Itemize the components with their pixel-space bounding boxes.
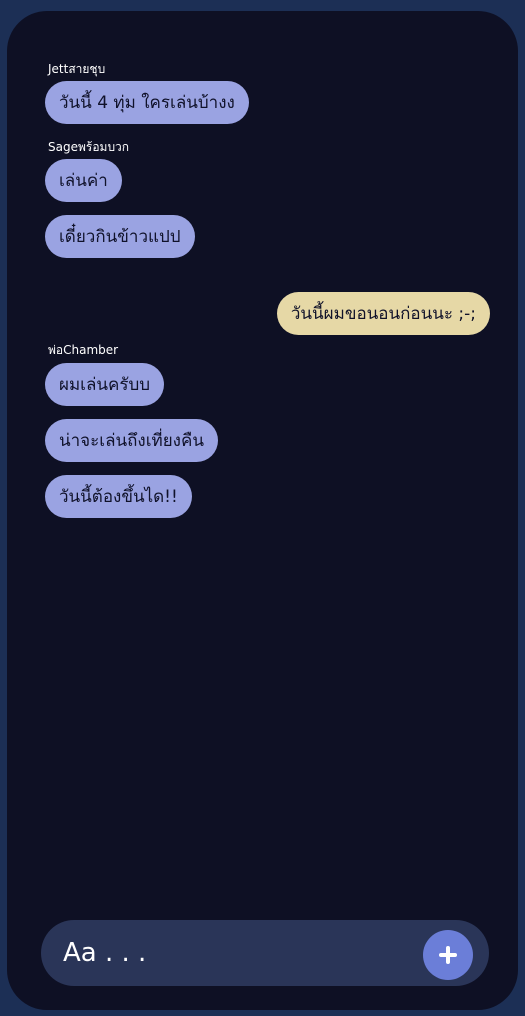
- message-text: วันนี้ต้องขึ้นได!!: [59, 487, 178, 507]
- sender-name: Jettสายชุบ: [48, 62, 106, 76]
- message-text: ผมเล่นครับบ: [59, 375, 151, 395]
- message-bubble-incoming[interactable]: วันนี้ต้องขึ้นได!!: [45, 475, 192, 518]
- sender-name: Sageพร้อมบวก: [48, 140, 130, 154]
- message-text: วันนี้ผมขอนอนก่อนนะ ;-;: [290, 304, 476, 324]
- add-button[interactable]: [423, 930, 473, 980]
- message-bubble-incoming[interactable]: เดี๋ยวกินข้าวแปป: [45, 215, 195, 258]
- message-input[interactable]: [63, 934, 403, 972]
- message-bubble-incoming[interactable]: วันนี้ 4 ทุ่ม ใครเล่นบ้างง: [45, 81, 249, 124]
- chat-panel: Jettสายชุบ วันนี้ 4 ทุ่ม ใครเล่นบ้างง Sa…: [7, 11, 518, 1010]
- message-bubble-incoming[interactable]: ผมเล่นครับบ: [45, 363, 165, 406]
- message-bubble-outgoing[interactable]: วันนี้ผมขอนอนก่อนนะ ;-;: [276, 292, 490, 335]
- message-bubble-incoming[interactable]: เล่นค่า: [45, 159, 122, 202]
- message-text: เล่นค่า: [59, 171, 108, 191]
- sender-name: พ่อChamber: [48, 343, 119, 357]
- plus-icon: [439, 946, 457, 964]
- message-composer: [41, 920, 489, 986]
- message-text: เดี๋ยวกินข้าวแปป: [59, 227, 181, 247]
- message-text: วันนี้ 4 ทุ่ม ใครเล่นบ้างง: [59, 93, 235, 113]
- message-bubble-incoming[interactable]: น่าจะเล่นถึงเที่ยงคืน: [45, 419, 218, 462]
- message-text: น่าจะเล่นถึงเที่ยงคืน: [59, 431, 204, 451]
